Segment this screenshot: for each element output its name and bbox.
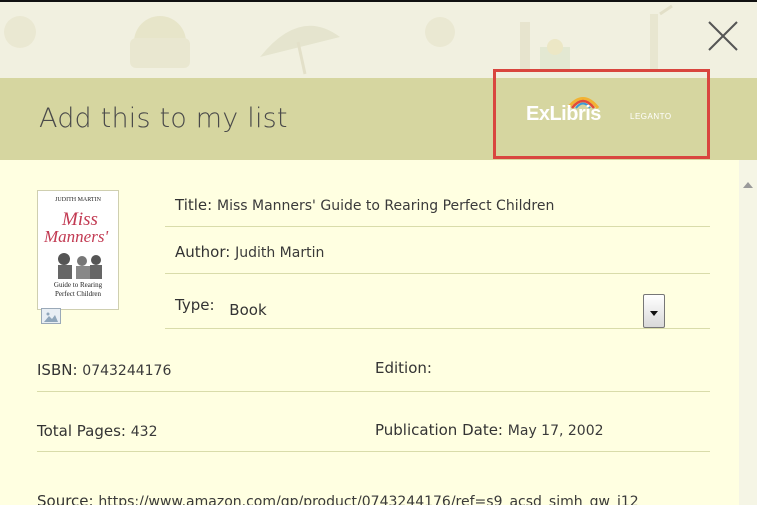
top-banner bbox=[0, 0, 757, 78]
exlibris-logo: ExLibris LEGANTO bbox=[526, 95, 686, 135]
type-select-value[interactable]: Book bbox=[229, 301, 266, 319]
source-field: Source: https://www.amazon.com/gp/produc… bbox=[37, 492, 639, 505]
type-field: Type: Book bbox=[175, 296, 267, 319]
divider bbox=[165, 328, 710, 329]
brand-product: LEGANTO bbox=[630, 112, 672, 121]
cover-subtitle-2: Perfect Children bbox=[54, 290, 102, 298]
divider bbox=[37, 451, 710, 452]
dialog-content: JUDITH MARTIN Miss Manners' Guide to Rea… bbox=[0, 160, 757, 505]
dialog-header: Add this to my list ExLibris LEGANTO bbox=[0, 69, 757, 160]
image-placeholder-icon[interactable] bbox=[41, 308, 61, 324]
type-label: Type: bbox=[175, 296, 215, 314]
cover-illustration-icon bbox=[58, 253, 102, 279]
pub-date-value: May 17, 2002 bbox=[507, 423, 604, 439]
title-field: Title: Miss Manners' Guide to Rearing Pe… bbox=[175, 196, 554, 214]
banner-decoration-icon bbox=[4, 4, 673, 75]
divider bbox=[165, 273, 710, 274]
book-cover: JUDITH MARTIN Miss Manners' Guide to Rea… bbox=[37, 190, 119, 310]
cover-title-line-2: Manners' bbox=[44, 227, 109, 246]
author-value: Judith Martin bbox=[235, 245, 325, 261]
pub-date-label: Publication Date: bbox=[375, 421, 503, 439]
chevron-down-icon bbox=[650, 311, 658, 316]
pages-field: Total Pages: 432 bbox=[37, 422, 158, 440]
brand-name: ExLibris bbox=[526, 103, 601, 125]
pub-date-field: Publication Date: May 17, 2002 bbox=[375, 421, 604, 439]
pages-label: Total Pages: bbox=[37, 422, 126, 440]
cover-author: JUDITH MARTIN bbox=[55, 197, 101, 203]
pages-value: 432 bbox=[130, 424, 158, 440]
brand-highlight-box: ExLibris LEGANTO bbox=[493, 69, 710, 159]
dialog-title: Add this to my list bbox=[39, 103, 288, 134]
isbn-value: 0743244176 bbox=[82, 363, 172, 379]
source-label: Source: bbox=[37, 492, 94, 505]
source-value[interactable]: https://www.amazon.com/gp/product/074324… bbox=[98, 494, 638, 505]
cover-subtitle-1: Guide to Rearing bbox=[53, 281, 103, 289]
scrollbar[interactable] bbox=[739, 160, 757, 505]
type-dropdown[interactable] bbox=[643, 294, 665, 328]
isbn-field: ISBN: 0743244176 bbox=[37, 361, 171, 379]
scroll-up-icon[interactable] bbox=[743, 182, 753, 188]
isbn-label: ISBN: bbox=[37, 361, 78, 379]
divider bbox=[37, 391, 710, 392]
title-label: Title: bbox=[175, 196, 213, 214]
divider bbox=[165, 226, 710, 227]
close-icon[interactable] bbox=[703, 16, 743, 56]
author-field: Author: Judith Martin bbox=[175, 243, 324, 261]
author-label: Author: bbox=[175, 243, 231, 261]
edition-field: Edition: bbox=[375, 359, 432, 377]
title-value: Miss Manners' Guide to Rearing Perfect C… bbox=[216, 198, 555, 214]
edition-label: Edition: bbox=[375, 359, 432, 377]
